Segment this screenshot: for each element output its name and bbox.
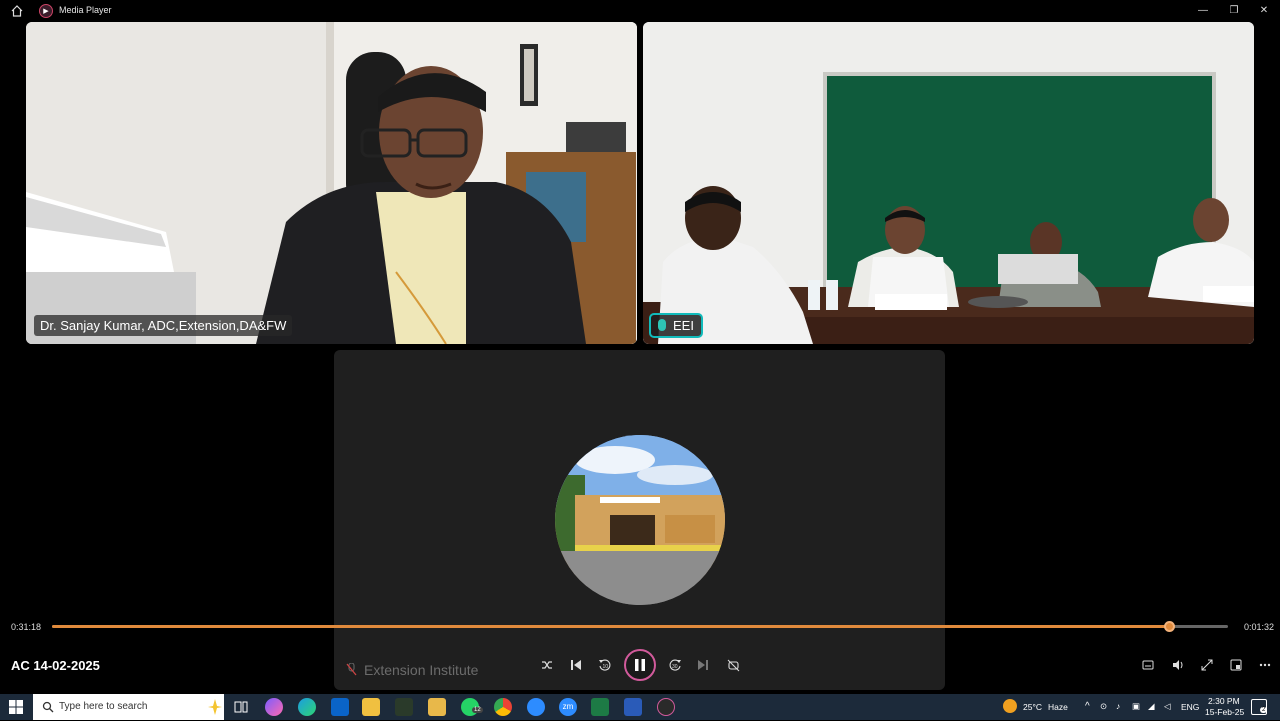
participant-label-bottom: Extension Institute: [364, 662, 479, 678]
weather-temp: 25°C: [1023, 702, 1042, 712]
participant-name-bottom: Extension Institute: [346, 662, 478, 678]
participant-name-right: EEI: [649, 313, 703, 338]
video-tile-left: Dr. Sanjay Kumar, ADC,Extension,DA&FW: [26, 22, 637, 344]
browser-icon[interactable]: [527, 698, 545, 716]
display-icon[interactable]: ▣: [1132, 701, 1140, 712]
outlook-icon[interactable]: [331, 698, 349, 716]
seek-progress: [52, 625, 1169, 628]
forward-30-icon[interactable]: 30: [667, 657, 683, 673]
captions-icon[interactable]: [1140, 657, 1156, 673]
weather-icon[interactable]: [1003, 699, 1017, 713]
sparkle-icon: [208, 699, 222, 715]
participant-avatar: [555, 435, 725, 605]
microphone-tray-icon[interactable]: ♪: [1116, 701, 1120, 711]
window-title: Media Player: [59, 5, 112, 15]
home-icon[interactable]: [10, 4, 24, 18]
now-playing-title: AC 14-02-2025: [11, 658, 100, 673]
microphone-muted-icon: [346, 663, 357, 676]
repeat-off-icon[interactable]: [725, 657, 741, 673]
windows-start-icon[interactable]: [9, 700, 23, 714]
video-tile-bottom: Extension Institute: [334, 350, 945, 690]
notifications-icon[interactable]: 2: [1251, 699, 1268, 715]
excel-icon[interactable]: [591, 698, 609, 716]
rewind-10-icon[interactable]: 10: [597, 657, 613, 673]
video-tile-right: EEI: [643, 22, 1254, 344]
zoom-icon[interactable]: zm: [559, 698, 577, 716]
minimize-icon[interactable]: —: [1195, 3, 1211, 19]
previous-icon[interactable]: [568, 657, 584, 673]
language-indicator[interactable]: ENG: [1181, 702, 1199, 712]
media-player-window: ▶ Media Player — ❐ ✕ Dr. Sanjay Kumar, A…: [0, 0, 1280, 694]
svg-text:10: 10: [603, 664, 609, 670]
app-icon[interactable]: [395, 698, 413, 716]
edge-icon[interactable]: [298, 698, 316, 716]
chevron-up-icon[interactable]: ^: [1085, 701, 1090, 712]
restore-icon[interactable]: ❐: [1226, 3, 1242, 19]
participant-label-right: EEI: [673, 318, 694, 333]
word-icon[interactable]: [624, 698, 642, 716]
copilot-icon[interactable]: [265, 698, 283, 716]
volume-icon[interactable]: [1170, 657, 1186, 673]
participant-video-right: [643, 22, 1254, 344]
media-player-icon: ▶: [39, 4, 53, 18]
notification-count: 2: [1260, 707, 1268, 713]
media-player-taskbar-icon[interactable]: [657, 698, 675, 716]
elapsed-time: 0:31:18: [11, 622, 42, 632]
shuffle-icon[interactable]: [539, 657, 555, 673]
store-icon[interactable]: [362, 698, 380, 716]
taskbar-search-box[interactable]: Type here to search: [33, 694, 224, 720]
whatsapp-icon[interactable]: 12: [461, 698, 483, 716]
seek-handle[interactable]: [1164, 621, 1175, 632]
fullscreen-icon[interactable]: [1199, 657, 1215, 673]
remaining-time: 0:01:32: [1244, 622, 1275, 632]
svg-text:30: 30: [672, 664, 678, 670]
clock-date[interactable]: 15-Feb-25: [1205, 707, 1244, 717]
building-photo: [555, 435, 725, 605]
file-explorer-icon[interactable]: [428, 698, 446, 716]
whatsapp-badge: 12: [472, 707, 483, 713]
pause-icon: [635, 659, 645, 671]
taskbar: Type here to search 12 zm 25°C Haze ^ ⊙ …: [0, 694, 1280, 720]
next-icon[interactable]: [695, 657, 711, 673]
pause-button[interactable]: [624, 649, 656, 681]
close-icon[interactable]: ✕: [1256, 3, 1272, 19]
clock-time[interactable]: 2:30 PM: [1208, 696, 1240, 706]
task-view-icon[interactable]: [232, 698, 250, 716]
speaker-icon[interactable]: ◁: [1164, 701, 1171, 712]
participant-video-left: [26, 22, 637, 344]
seek-bar[interactable]: [52, 621, 1228, 632]
network-icon[interactable]: ⊙: [1100, 701, 1107, 712]
more-icon[interactable]: [1257, 657, 1273, 673]
wifi-icon[interactable]: ◢: [1148, 701, 1155, 712]
miniplayer-icon[interactable]: [1228, 657, 1244, 673]
search-placeholder: Type here to search: [59, 701, 148, 712]
microphone-icon: [658, 319, 666, 331]
weather-desc: Haze: [1048, 702, 1068, 712]
title-bar: ▶ Media Player — ❐ ✕: [0, 0, 1280, 22]
participant-name-left: Dr. Sanjay Kumar, ADC,Extension,DA&FW: [34, 315, 293, 336]
chrome-icon[interactable]: [494, 698, 512, 716]
search-icon: [42, 701, 54, 713]
